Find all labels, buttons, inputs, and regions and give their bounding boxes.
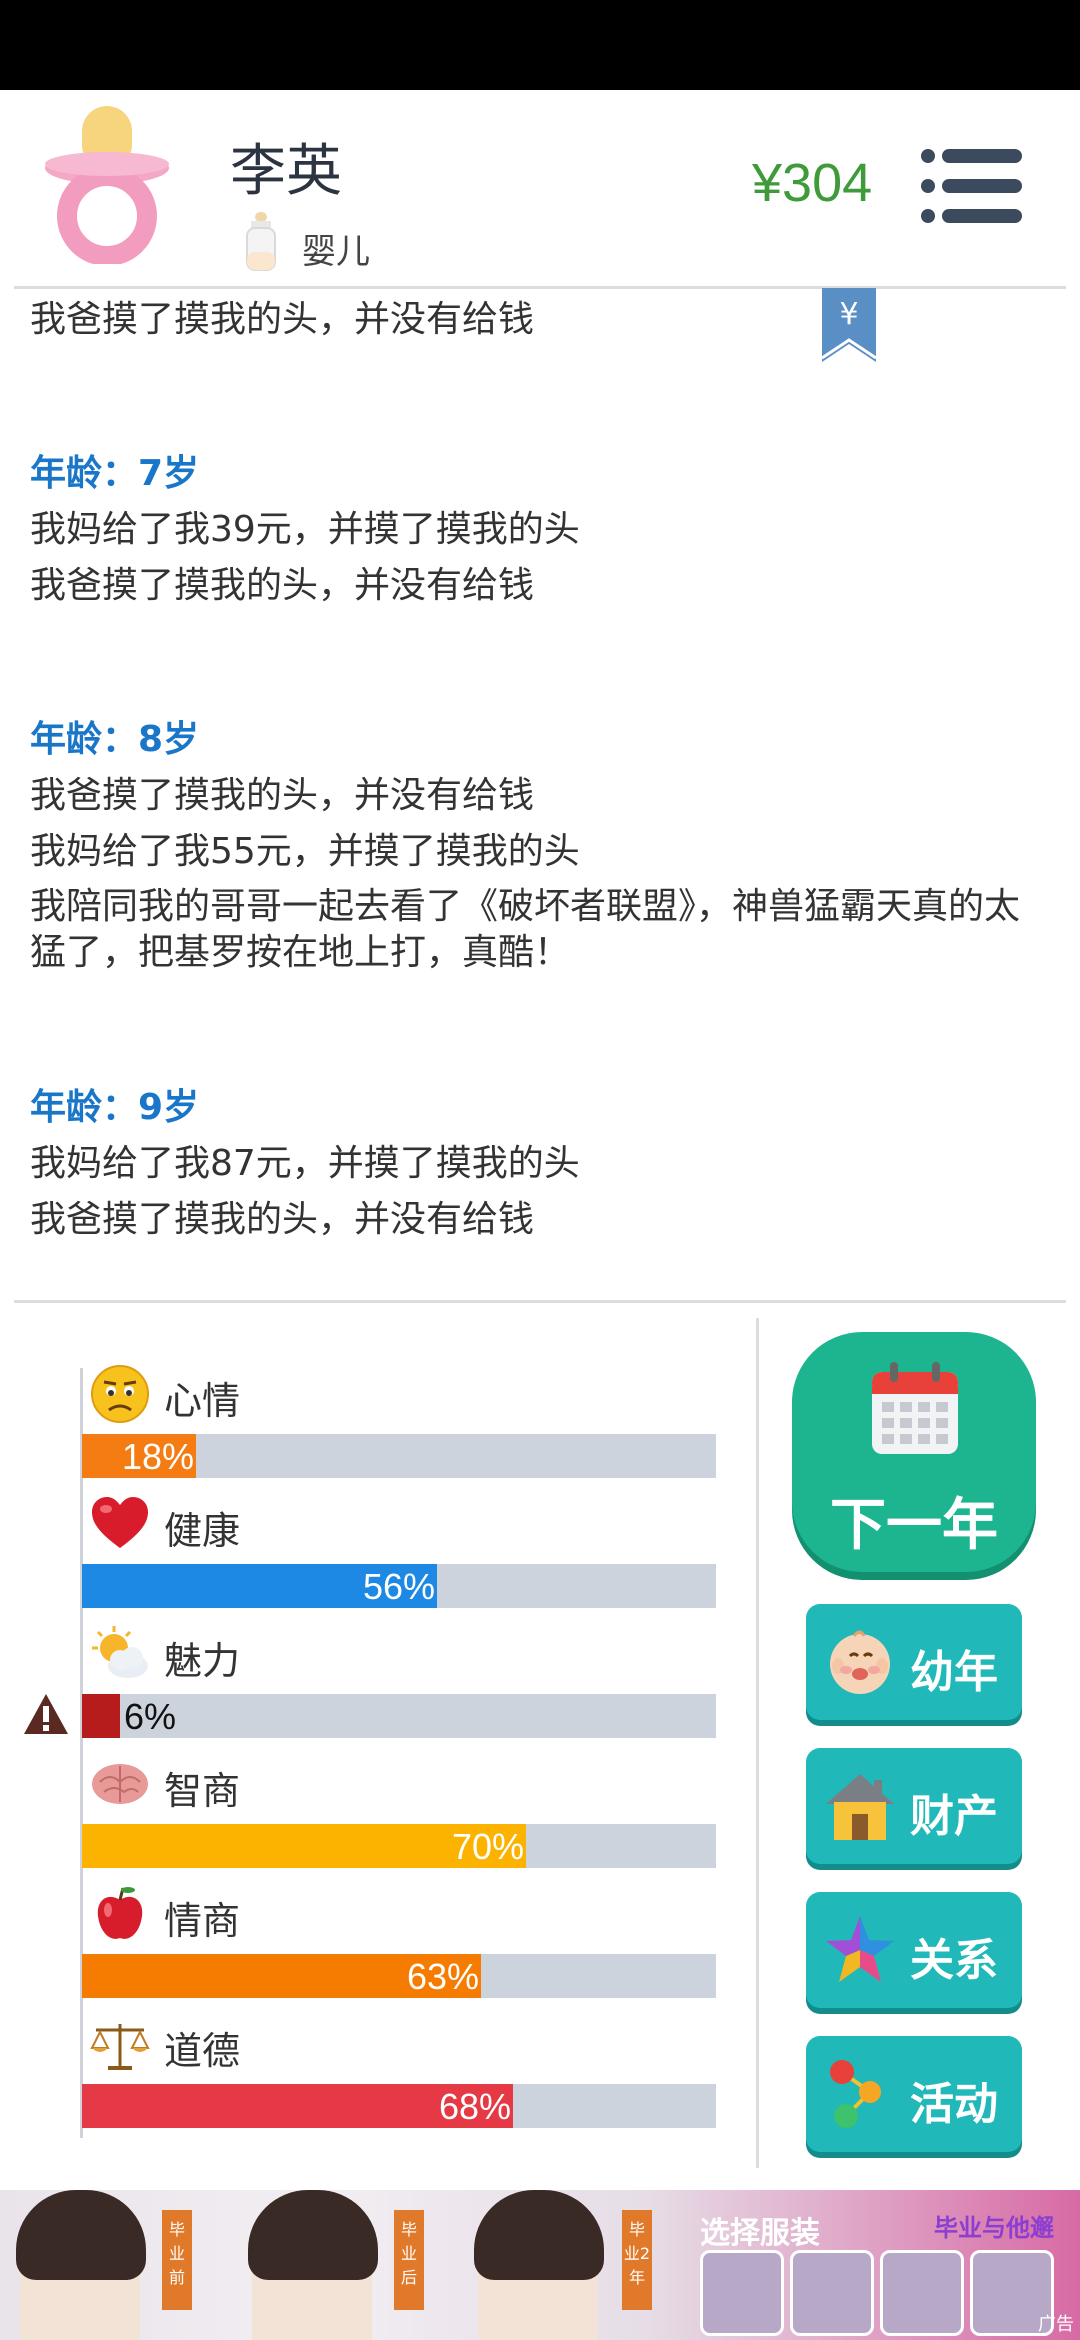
stat-bar-track: 63% [82,1954,716,1998]
money-balance: ¥304 [752,153,873,213]
star-icon [826,1916,894,1982]
heart-icon [92,1497,148,1548]
next-year-label: 下一年 [830,1493,998,1558]
ad-subtitle: 毕业与他邂 [934,2214,1054,2242]
ad-banner[interactable]: 毕业前 毕业后 毕业2年 选择服装 毕业与他邂 广告 [0,2190,1080,2340]
log-line: 我爸摸了摸我的头，并没有给钱 [30,1199,535,1240]
apple-icon [97,1887,143,1939]
scales-icon [90,2024,150,2070]
stat-bar-track: 56% [82,1564,716,1608]
ad-label: 广告 [1038,2314,1074,2335]
status-bar [0,0,1080,90]
ad-outfit-thumb [880,2250,964,2336]
age-heading: 年龄：9岁 [30,1087,200,1128]
stat-percent: 68% [439,2086,512,2127]
header-divider [14,286,1066,289]
relationship-label: 关系 [910,1935,998,1986]
stat-bar-track: 6% [82,1694,716,1738]
childhood-label: 幼年 [910,1647,998,1698]
ad-tag: 毕业前 [162,2210,192,2310]
stat-label: 健康 [164,1509,241,1553]
warning-icon [24,1694,68,1734]
attribute-panel: 心情 18% 健康 56% 魅力 6% 智商 70% 情商 63% 道德 68% [0,1318,760,2148]
brain-icon [92,1764,148,1804]
stat-morality: 道德 68% [82,2010,716,2140]
stat-label: 情商 [164,1899,241,1943]
age-heading: 年龄：8岁 [30,719,200,760]
ad-title: 选择服装 [700,2216,820,2251]
stat-mood: 心情 18% [82,1360,716,1490]
stat-label: 道德 [164,2029,241,2073]
stat-percent: 70% [452,1826,525,1867]
ad-tag: 毕业2年 [622,2210,652,2310]
life-event-log: 我爸摸了摸我的头，并没有给钱 年龄：7岁 我妈给了我39元，并摸了摸我的头 我爸… [30,292,1040,1248]
next-year-button[interactable]: 下一年 [792,1332,1036,1572]
ad-tag: 毕业后 [394,2210,424,2310]
menu-list-icon[interactable] [920,146,1024,226]
stat-label: 心情 [164,1379,241,1423]
log-line: 我爸摸了摸我的头，并没有给钱 [30,299,535,340]
ad-character-hair [248,2190,378,2280]
relationship-button[interactable]: 关系 [806,1892,1022,2008]
stat-bar-track: 18% [82,1434,716,1478]
stat-percent: 6% [124,1696,177,1737]
stat-percent: 63% [407,1956,480,1997]
baby-face-icon [830,1630,890,1694]
stat-bar-track: 70% [82,1824,716,1868]
activity-dots-icon [830,2060,881,2128]
calendar-icon [872,1362,958,1454]
sun-cloud-icon [92,1626,148,1678]
property-button[interactable]: 财产 [806,1748,1022,1864]
activity-button[interactable]: 活动 [806,2036,1022,2152]
stat-bar-track: 68% [82,2084,716,2128]
stat-eq: 情商 63% [82,1880,716,2010]
player-name: 李英 [230,139,342,204]
stat-charm: 魅力 6% [82,1620,716,1750]
stat-percent: 18% [122,1436,195,1477]
ad-outfit-thumb [700,2250,784,2336]
stat-iq: 智商 70% [82,1750,716,1880]
log-line: 我爸摸了摸我的头，并没有给钱 [30,565,535,606]
log-line: 我妈给了我87元，并摸了摸我的头 [30,1143,580,1184]
stat-label: 智商 [164,1769,241,1813]
ad-character-hair [16,2190,146,2280]
life-stage-label: 婴儿 [302,232,370,272]
pacifier-icon [45,106,169,264]
stat-label: 魅力 [164,1639,241,1683]
childhood-button[interactable]: 幼年 [806,1604,1022,1720]
baby-bottle-icon [246,212,276,271]
profile-header: 李英 婴儿 ¥304 [0,90,1080,289]
stat-health: 健康 56% [82,1490,716,1620]
activity-label: 活动 [910,2079,998,2130]
log-line: 我妈给了我55元，并摸了摸我的头 [30,831,580,872]
ad-character-hair [474,2190,604,2280]
property-label: 财产 [910,1791,998,1842]
stat-bar-fill [82,1694,120,1738]
age-heading: 年龄：7岁 [30,453,200,494]
log-line: 我爸摸了摸我的头，并没有给钱 [30,775,535,816]
sad-face-icon [91,1365,149,1423]
log-divider [14,1300,1066,1303]
ad-outfit-thumb [790,2250,874,2336]
log-line: 我妈给了我39元，并摸了摸我的头 [30,509,580,550]
stat-percent: 56% [363,1566,436,1607]
house-icon [826,1774,894,1840]
panel-divider [756,1318,759,2168]
log-line: 我陪同我的哥哥一起去看了《破坏者联盟》，神兽猛霸天真的太猛了，把基罗按在地上打，… [30,886,1021,973]
